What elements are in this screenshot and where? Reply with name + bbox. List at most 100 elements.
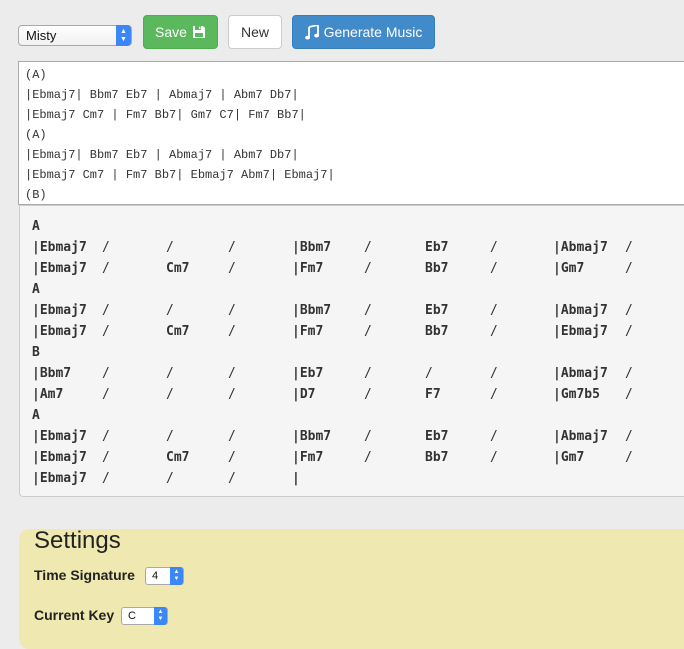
chord-symbol: |Bbm7 <box>292 429 332 444</box>
chart-section-label: A <box>32 408 40 423</box>
music-note-icon <box>304 24 319 39</box>
song-select[interactable]: Misty ▲ ▼ <box>18 25 132 46</box>
beat-slash: / <box>625 303 633 318</box>
chord-symbol: |Ebmaj7 <box>553 324 608 339</box>
chord-symbol: |Gm7 <box>553 261 585 276</box>
select-arrows-icon: ▲ ▼ <box>170 567 183 585</box>
chart-section-label: B <box>32 345 40 360</box>
current-key-value: C <box>128 610 136 622</box>
save-label: Save <box>155 24 187 40</box>
beat-slash: / <box>228 240 236 255</box>
beat-slash: / <box>625 429 633 444</box>
chord-chart: A |Ebmaj7 / / / |Bbm7 / Eb7 / |Abmaj7 / |Ebmaj7 / Cm7… <box>19 205 684 497</box>
beat-slash: / <box>425 366 433 381</box>
beat-slash: / <box>102 429 110 444</box>
beat-slash: / <box>490 261 498 276</box>
chord-symbol: |Fm7 <box>292 324 324 339</box>
chord-symbol: |Ebmaj7 <box>32 450 87 465</box>
beat-slash: / <box>625 387 633 402</box>
beat-slash: / <box>490 366 498 381</box>
editor-line: |Ebmaj7 Cm7 | Fm7 Bb7| Ebmaj7 Abm7| Ebma… <box>25 168 335 182</box>
chord-symbol: |Gm7b5 <box>553 387 600 402</box>
beat-slash: / <box>166 471 174 486</box>
beat-slash: / <box>364 366 372 381</box>
chord-symbol: Cm7 <box>166 261 190 276</box>
chord-symbol: |D7 <box>292 387 316 402</box>
current-key-label: Current Key <box>34 607 115 623</box>
settings-title: Settings <box>34 527 121 554</box>
beat-slash: / <box>490 387 498 402</box>
beat-slash: / <box>228 471 236 486</box>
current-key-select[interactable]: C ▲ ▼ <box>121 607 168 625</box>
beat-slash: / <box>166 240 174 255</box>
beat-slash: / <box>364 303 372 318</box>
time-signature-label: Time Signature <box>34 567 135 583</box>
chord-symbol: |Bbm7 <box>32 366 72 381</box>
beat-slash: / <box>364 429 372 444</box>
chord-symbol: |Ebmaj7 <box>32 303 87 318</box>
chord-symbol: |Bbm7 <box>292 240 332 255</box>
beat-slash: / <box>490 240 498 255</box>
beat-slash: / <box>228 366 236 381</box>
time-signature-select[interactable]: 4 ▲ ▼ <box>145 567 184 585</box>
beat-slash: / <box>364 387 372 402</box>
save-button[interactable]: Save <box>143 15 218 49</box>
floppy-disk-icon <box>192 26 205 38</box>
chord-symbol: Bb7 <box>425 450 449 465</box>
chord-symbol: Eb7 <box>425 303 449 318</box>
chord-symbol: |Ebmaj7 <box>32 429 87 444</box>
beat-slash: / <box>364 450 372 465</box>
beat-slash: / <box>228 303 236 318</box>
chord-symbol: |Abmaj7 <box>553 429 608 444</box>
chord-symbol: |Ebmaj7 <box>32 261 87 276</box>
editor-line: (A) <box>25 128 47 142</box>
editor-line: (B) <box>25 188 47 202</box>
beat-slash: / <box>228 261 236 276</box>
beat-slash: / <box>102 450 110 465</box>
beat-slash: / <box>490 429 498 444</box>
beat-slash: / <box>102 324 110 339</box>
generate-music-button[interactable]: Generate Music <box>292 15 435 49</box>
chord-symbol: |Am7 <box>32 387 64 402</box>
chord-symbol: | <box>292 471 300 486</box>
chord-symbol: Cm7 <box>166 324 190 339</box>
generate-music-label: Generate Music <box>323 24 423 40</box>
beat-slash: / <box>625 324 633 339</box>
beat-slash: / <box>228 387 236 402</box>
chord-symbol: |Fm7 <box>292 450 324 465</box>
chord-symbol: |Ebmaj7 <box>32 471 87 486</box>
chord-symbol: |Abmaj7 <box>553 240 608 255</box>
editor-line: |Ebmaj7| Bbm7 Eb7 | Abmaj7 | Abm7 Db7| <box>25 88 299 102</box>
beat-slash: / <box>490 303 498 318</box>
beat-slash: / <box>490 324 498 339</box>
chord-symbol: |Eb7 <box>292 366 324 381</box>
chord-symbol: |Fm7 <box>292 261 324 276</box>
editor-line: |Ebmaj7 Cm7 | Fm7 Bb7| Gm7 C7| Fm7 Bb7| <box>25 108 306 122</box>
beat-slash: / <box>102 240 110 255</box>
beat-slash: / <box>166 303 174 318</box>
editor-line: (A) <box>25 68 47 82</box>
new-button[interactable]: New <box>228 15 282 49</box>
beat-slash: / <box>102 387 110 402</box>
chord-symbol: |Gm7 <box>553 450 585 465</box>
chord-symbol: F7 <box>425 387 441 402</box>
beat-slash: / <box>102 366 110 381</box>
chord-symbol: Cm7 <box>166 450 190 465</box>
time-signature-value: 4 <box>152 570 159 582</box>
select-arrows-icon: ▲ ▼ <box>154 607 167 625</box>
beat-slash: / <box>625 261 633 276</box>
chart-section-label: A <box>32 219 40 234</box>
beat-slash: / <box>364 324 372 339</box>
chord-symbol: Eb7 <box>425 429 449 444</box>
beat-slash: / <box>490 450 498 465</box>
chord-symbol: |Abmaj7 <box>553 303 608 318</box>
beat-slash: / <box>625 366 633 381</box>
chord-symbol: |Abmaj7 <box>553 366 608 381</box>
beat-slash: / <box>625 450 633 465</box>
beat-slash: / <box>102 303 110 318</box>
chord-text-input[interactable]: (A) |Ebmaj7| Bbm7 Eb7 | Abmaj7 | Abm7 Db7… <box>18 61 684 205</box>
editor-line: |Ebmaj7| Bbm7 Eb7 | Abmaj7 | Abm7 Db7| <box>25 148 299 162</box>
beat-slash: / <box>102 471 110 486</box>
chord-symbol: Bb7 <box>425 324 449 339</box>
beat-slash: / <box>102 261 110 276</box>
